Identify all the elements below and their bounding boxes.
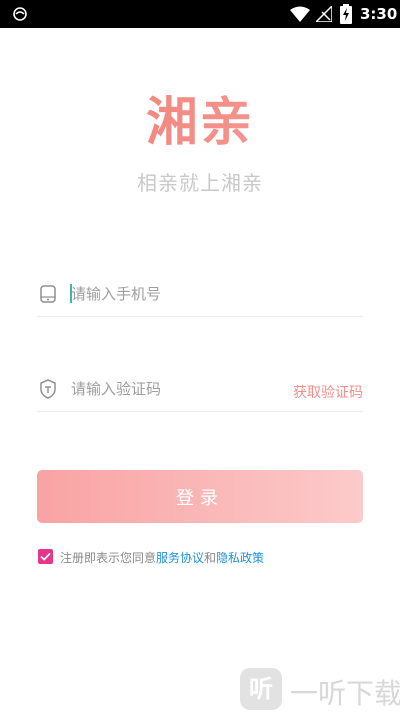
code-input[interactable] [71,375,281,403]
watermark-glyph: 听 [249,675,273,703]
watermark-logo-icon: 听 [240,668,282,710]
app-logo: 湘亲 [0,80,400,155]
battery-charging-icon [340,4,352,24]
phone-input[interactable] [71,280,281,308]
code-field: 获取验证码 [37,367,363,412]
notification-icon [13,7,27,21]
login-button[interactable]: 登录 [37,470,363,523]
status-bar: 3:30 [0,0,400,28]
agree-checkbox[interactable] [38,549,53,564]
agreement-and: 和 [204,551,217,565]
wifi-icon [290,6,310,22]
watermark-text: 一听下载 [290,677,400,710]
agreement-prefix: 注册即表示您同意 [60,551,157,565]
get-code-button[interactable]: 获取验证码 [293,382,363,402]
service-agreement-link[interactable]: 服务协议 [156,551,204,565]
slogan: 相亲就上湘亲 [137,171,263,195]
check-icon [40,552,51,561]
status-time: 3:30 [360,5,398,23]
privacy-policy-link[interactable]: 隐私政策 [216,551,264,565]
watermark: 听 一听下载 [240,668,400,712]
phone-icon [40,285,56,303]
phone-field [37,272,363,317]
shield-icon [40,379,56,399]
agreement-text: 注册即表示您同意服务协议和隐私政策 [60,549,264,566]
no-signal-icon [316,6,332,22]
